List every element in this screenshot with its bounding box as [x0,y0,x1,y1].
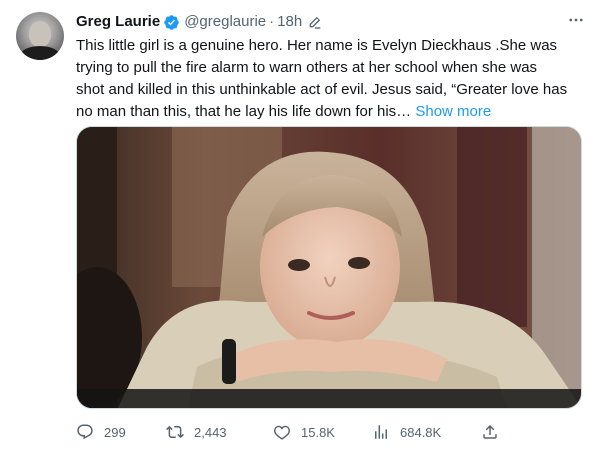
photo-girl-resting-chin [77,127,581,408]
tweet-text-line: shot and killed in this unthinkable act … [76,81,568,98]
timestamp[interactable]: 18h [277,12,302,32]
tweet-photo[interactable] [76,126,582,409]
edit-icon[interactable] [307,14,323,30]
tweet-text: This little girl is a genuine hero. Her … [76,35,586,123]
views-button[interactable]: 684.8K [372,423,441,441]
avatar-face [29,21,51,47]
share-icon [483,424,497,439]
like-button[interactable]: 15.8K [273,423,335,441]
tweet-text-line: This little girl is a genuine hero. Her … [76,37,558,54]
tweet-text-line-end: no man than this, that he lay his life d… [76,103,416,120]
like-icon [274,425,290,440]
author-name[interactable]: Greg Laurie [76,12,160,32]
author-handle[interactable]: @greglaurie [184,12,266,32]
avatar-shirt [20,46,60,60]
tweet-text-line: trying to pull the fire alarm to warn ot… [76,59,538,76]
more-icon[interactable] [566,10,586,30]
avatar[interactable] [16,12,64,60]
show-more-link[interactable]: Show more [415,103,491,120]
retweet-count: 2,443 [194,424,227,440]
tweet[interactable]: Greg Laurie @greglaurie · 18h This littl… [0,0,598,454]
tweet-text-line: no man than this, that he lay his life d… [76,101,586,123]
views-count: 684.8K [400,424,442,440]
reply-button[interactable]: 299 [76,423,126,441]
retweet-button[interactable]: 2,443 [166,423,227,441]
reply-icon [77,424,93,440]
share-button[interactable] [481,423,499,441]
verified-badge-icon[interactable] [163,14,180,31]
tweet-header: Greg Laurie @greglaurie · 18h [76,12,586,32]
action-bar: 299 2,443 15.8K 684.8K [76,422,506,442]
retweet-icon [166,425,184,439]
reply-count: 299 [104,424,126,440]
like-count: 15.8K [301,424,335,440]
separator-dot: · [269,13,275,30]
views-icon [375,425,387,439]
